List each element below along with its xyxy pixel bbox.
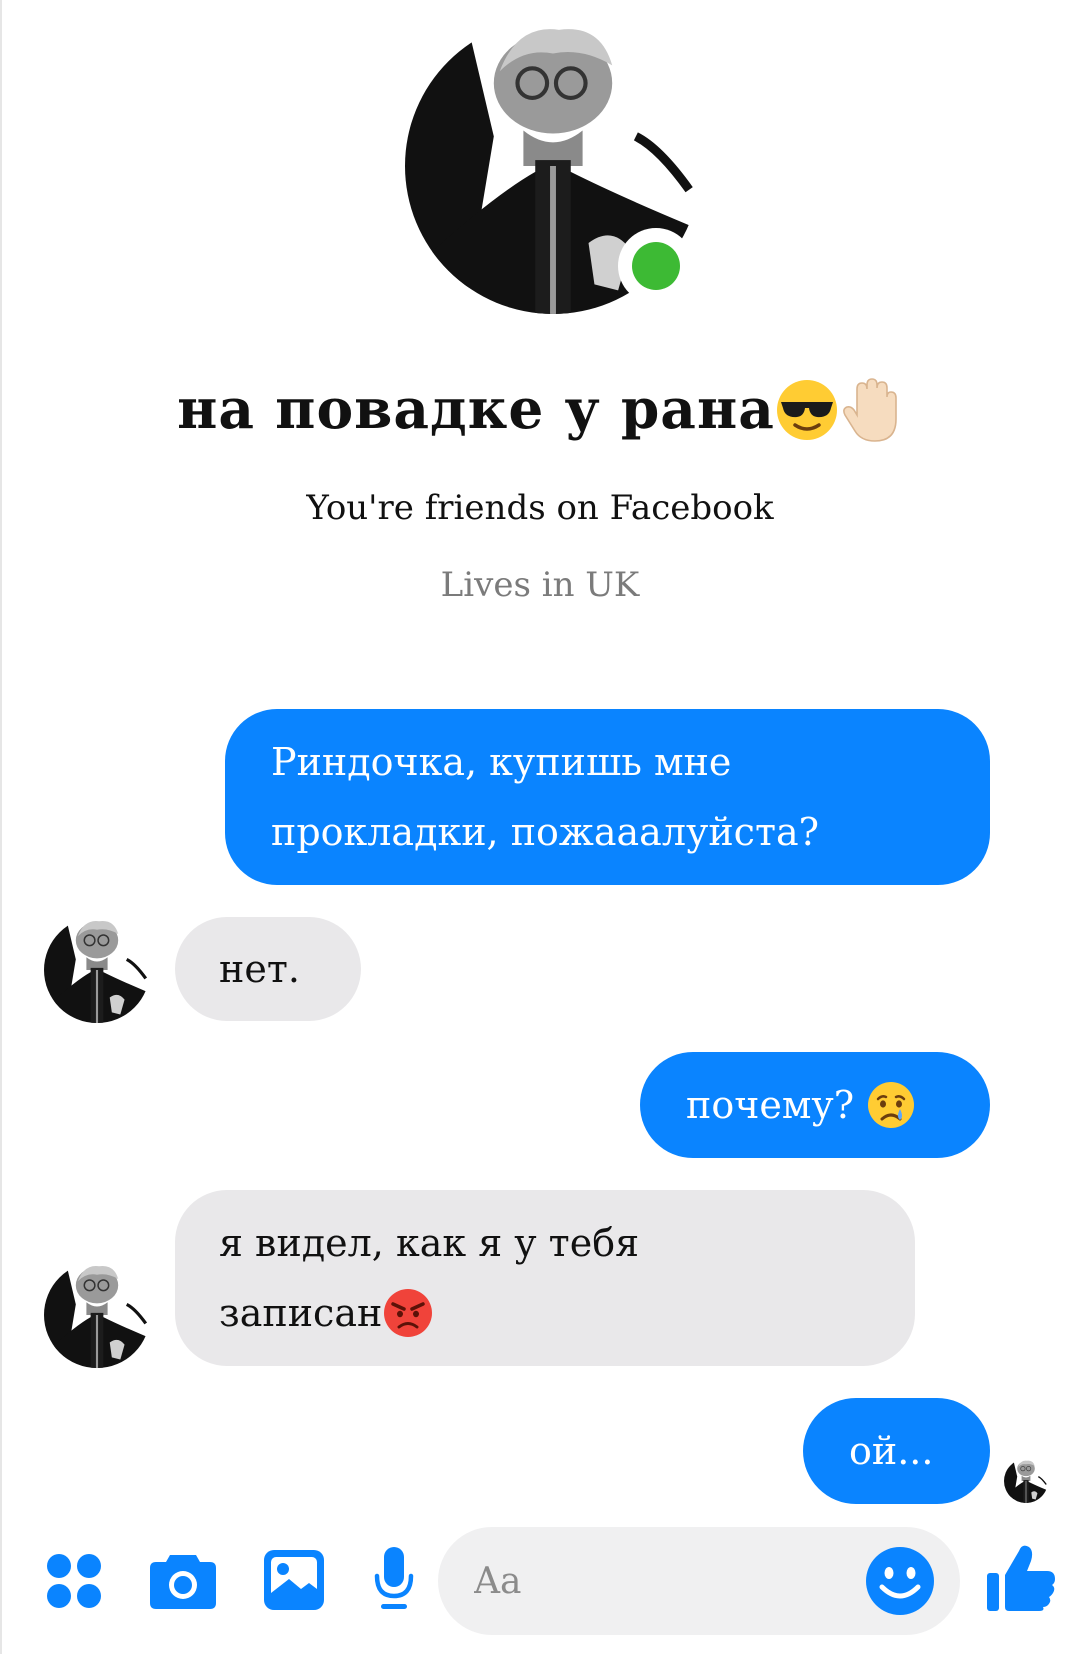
message-line: я видел, как я у тебя bbox=[219, 1221, 640, 1265]
outgoing-message[interactable]: ой... bbox=[803, 1398, 990, 1504]
message-line-with-emoji: записан bbox=[219, 1278, 915, 1348]
message-text: почему? bbox=[686, 1083, 855, 1127]
message-line: прокладки, пожааалуйста? bbox=[271, 810, 819, 854]
page-left-border bbox=[0, 0, 2, 1654]
friends-status-text: You're friends on Facebook bbox=[306, 488, 774, 528]
sender-avatar-image bbox=[44, 917, 150, 1023]
mic-icon[interactable] bbox=[374, 1546, 414, 1612]
sender-avatar-image bbox=[44, 1262, 150, 1368]
online-status-indicator bbox=[618, 228, 694, 304]
incoming-message[interactable]: нет. bbox=[175, 917, 361, 1021]
sender-avatar[interactable] bbox=[44, 1262, 150, 1368]
outgoing-message[interactable]: Риндочка, купишь мне прокладки, пожааалу… bbox=[225, 709, 990, 885]
raised-hand-emoji-icon bbox=[839, 375, 903, 445]
outgoing-message[interactable]: почему? bbox=[640, 1052, 990, 1158]
message-text: ой... bbox=[849, 1429, 934, 1473]
camera-icon[interactable] bbox=[148, 1549, 218, 1611]
message-line: Риндочка, купишь мне bbox=[271, 740, 732, 784]
incoming-message[interactable]: я видел, как я у тебя записан bbox=[175, 1190, 915, 1366]
seen-receipt-avatar-image bbox=[1004, 1459, 1048, 1503]
gallery-icon[interactable] bbox=[263, 1549, 325, 1611]
crying-face-emoji-icon bbox=[866, 1080, 916, 1130]
profile-name: на повадке у рана bbox=[0, 374, 1080, 449]
seen-receipt-avatar bbox=[1004, 1459, 1048, 1503]
profile-name-text: на повадке у рана bbox=[177, 376, 775, 441]
angry-face-emoji-icon bbox=[382, 1287, 434, 1339]
message-line: нет. bbox=[219, 947, 300, 991]
location-text: Lives in UK bbox=[440, 565, 640, 605]
sunglasses-emoji-icon bbox=[775, 378, 839, 442]
apps-icon[interactable] bbox=[46, 1553, 102, 1609]
emoji-icon[interactable] bbox=[864, 1545, 936, 1617]
sender-avatar[interactable] bbox=[44, 917, 150, 1023]
message-line: записан bbox=[219, 1291, 383, 1335]
thumbs-up-icon[interactable] bbox=[985, 1541, 1057, 1613]
